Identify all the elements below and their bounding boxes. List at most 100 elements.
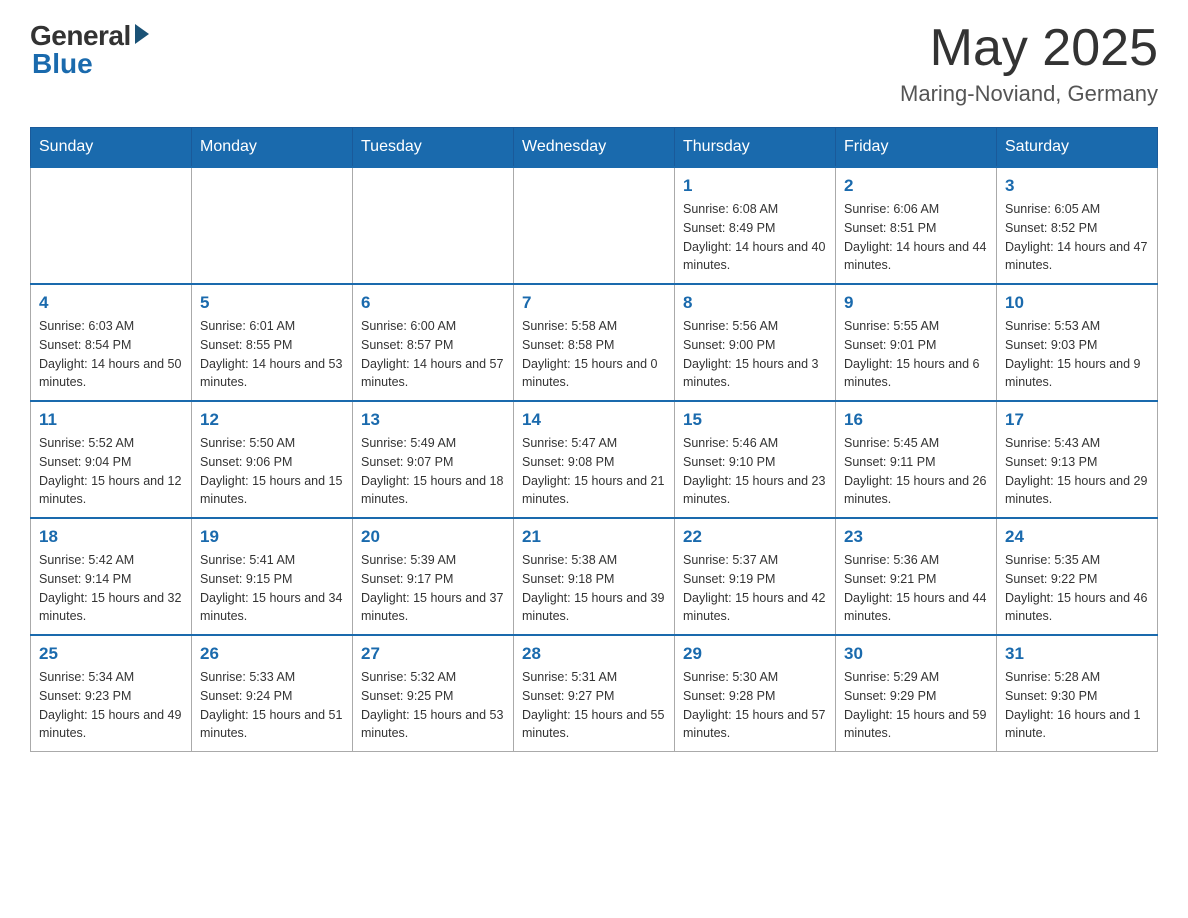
day-info: Sunrise: 5:45 AMSunset: 9:11 PMDaylight:…	[844, 434, 988, 509]
calendar-week-row-3: 11 Sunrise: 5:52 AMSunset: 9:04 PMDayligh…	[31, 401, 1158, 518]
calendar-header-sunday: Sunday	[31, 128, 192, 168]
calendar-cell-3-3: 13Sunrise: 5:49 AMSunset: 9:07 PMDayligh…	[353, 401, 514, 518]
calendar-cell-1-2	[192, 167, 353, 284]
day-number: 9	[844, 293, 988, 313]
day-info: Sunrise: 5:38 AMSunset: 9:18 PMDaylight:…	[522, 551, 666, 626]
day-number: 7	[522, 293, 666, 313]
title-section: May 2025 Maring-Noviand, Germany	[900, 20, 1158, 107]
calendar-cell-3-6: 16 Sunrise: 5:45 AMSunset: 9:11 PMDayligh…	[836, 401, 997, 518]
day-info: Sunrise: 5:35 AMSunset: 9:22 PMDaylight:…	[1005, 551, 1149, 626]
calendar-cell-4-2: 19 Sunrise: 5:41 AMSunset: 9:15 PMDayligh…	[192, 518, 353, 635]
day-info: Sunrise: 6:00 AMSunset: 8:57 PMDaylight:…	[361, 317, 505, 392]
day-info: Sunrise: 5:49 AMSunset: 9:07 PMDaylight:…	[361, 434, 505, 509]
day-number: 18	[39, 527, 183, 547]
day-number: 25	[39, 644, 183, 664]
day-info: Sunrise: 5:53 AMSunset: 9:03 PMDaylight:…	[1005, 317, 1149, 392]
day-info: Sunrise: 6:05 AMSunset: 8:52 PMDaylight:…	[1005, 200, 1149, 275]
day-number: 30	[844, 644, 988, 664]
day-number: 6	[361, 293, 505, 313]
calendar-cell-2-6: 9 Sunrise: 5:55 AMSunset: 9:01 PMDaylight…	[836, 284, 997, 401]
day-number: 14	[522, 410, 666, 430]
calendar-header-friday: Friday	[836, 128, 997, 168]
day-number: 22	[683, 527, 827, 547]
calendar-header-thursday: Thursday	[675, 128, 836, 168]
day-info: Sunrise: 5:47 AMSunset: 9:08 PMDaylight:…	[522, 434, 666, 509]
day-info: Sunrise: 5:55 AMSunset: 9:01 PMDaylight:…	[844, 317, 988, 392]
day-number: 16	[844, 410, 988, 430]
day-info: Sunrise: 5:36 AMSunset: 9:21 PMDaylight:…	[844, 551, 988, 626]
calendar-week-row-5: 25 Sunrise: 5:34 AMSunset: 9:23 PMDayligh…	[31, 635, 1158, 752]
calendar-week-row-2: 4 Sunrise: 6:03 AMSunset: 8:54 PMDaylight…	[31, 284, 1158, 401]
calendar-cell-3-2: 12Sunrise: 5:50 AMSunset: 9:06 PMDayligh…	[192, 401, 353, 518]
day-number: 27	[361, 644, 505, 664]
calendar-cell-5-3: 27 Sunrise: 5:32 AMSunset: 9:25 PMDayligh…	[353, 635, 514, 752]
calendar-cell-4-1: 18Sunrise: 5:42 AMSunset: 9:14 PMDayligh…	[31, 518, 192, 635]
calendar-header-wednesday: Wednesday	[514, 128, 675, 168]
day-info: Sunrise: 5:29 AMSunset: 9:29 PMDaylight:…	[844, 668, 988, 743]
calendar-header-row: SundayMondayTuesdayWednesdayThursdayFrid…	[31, 128, 1158, 168]
day-number: 23	[844, 527, 988, 547]
day-info: Sunrise: 6:06 AMSunset: 8:51 PMDaylight:…	[844, 200, 988, 275]
day-info: Sunrise: 5:31 AMSunset: 9:27 PMDaylight:…	[522, 668, 666, 743]
page-header: General Blue May 2025 Maring-Noviand, Ge…	[30, 20, 1158, 107]
day-number: 15	[683, 410, 827, 430]
day-number: 12	[200, 410, 344, 430]
calendar-cell-5-5: 29 Sunrise: 5:30 AMSunset: 9:28 PMDayligh…	[675, 635, 836, 752]
calendar-cell-1-7: 3Sunrise: 6:05 AMSunset: 8:52 PMDaylight…	[997, 167, 1158, 284]
logo-arrow-icon	[135, 24, 149, 44]
day-number: 4	[39, 293, 183, 313]
day-number: 21	[522, 527, 666, 547]
day-info: Sunrise: 5:52 AMSunset: 9:04 PMDaylight:…	[39, 434, 183, 509]
calendar-cell-3-4: 14 Sunrise: 5:47 AMSunset: 9:08 PMDayligh…	[514, 401, 675, 518]
logo-blue-text: Blue	[32, 48, 93, 80]
calendar-cell-2-5: 8Sunrise: 5:56 AMSunset: 9:00 PMDaylight…	[675, 284, 836, 401]
calendar-header-tuesday: Tuesday	[353, 128, 514, 168]
day-info: Sunrise: 5:37 AMSunset: 9:19 PMDaylight:…	[683, 551, 827, 626]
calendar-cell-4-5: 22 Sunrise: 5:37 AMSunset: 9:19 PMDayligh…	[675, 518, 836, 635]
day-number: 10	[1005, 293, 1149, 313]
day-info: Sunrise: 5:30 AMSunset: 9:28 PMDaylight:…	[683, 668, 827, 743]
day-info: Sunrise: 6:08 AMSunset: 8:49 PMDaylight:…	[683, 200, 827, 275]
day-number: 2	[844, 176, 988, 196]
day-info: Sunrise: 6:03 AMSunset: 8:54 PMDaylight:…	[39, 317, 183, 392]
calendar-header-monday: Monday	[192, 128, 353, 168]
calendar-cell-4-7: 24Sunrise: 5:35 AMSunset: 9:22 PMDayligh…	[997, 518, 1158, 635]
calendar-cell-2-1: 4 Sunrise: 6:03 AMSunset: 8:54 PMDaylight…	[31, 284, 192, 401]
calendar-cell-4-6: 23 Sunrise: 5:36 AMSunset: 9:21 PMDayligh…	[836, 518, 997, 635]
calendar-cell-5-7: 31 Sunrise: 5:28 AMSunset: 9:30 PMDayligh…	[997, 635, 1158, 752]
calendar-cell-2-4: 7 Sunrise: 5:58 AMSunset: 8:58 PMDaylight…	[514, 284, 675, 401]
day-info: Sunrise: 5:33 AMSunset: 9:24 PMDaylight:…	[200, 668, 344, 743]
logo: General Blue	[30, 20, 149, 80]
day-info: Sunrise: 5:41 AMSunset: 9:15 PMDaylight:…	[200, 551, 344, 626]
day-number: 1	[683, 176, 827, 196]
calendar-cell-4-4: 21 Sunrise: 5:38 AMSunset: 9:18 PMDayligh…	[514, 518, 675, 635]
day-info: Sunrise: 6:01 AMSunset: 8:55 PMDaylight:…	[200, 317, 344, 392]
calendar-cell-5-4: 28Sunrise: 5:31 AMSunset: 9:27 PMDayligh…	[514, 635, 675, 752]
calendar-cell-2-7: 10 Sunrise: 5:53 AMSunset: 9:03 PMDayligh…	[997, 284, 1158, 401]
calendar-cell-1-5: 1 Sunrise: 6:08 AMSunset: 8:49 PMDaylight…	[675, 167, 836, 284]
day-number: 31	[1005, 644, 1149, 664]
day-info: Sunrise: 5:28 AMSunset: 9:30 PMDaylight:…	[1005, 668, 1149, 743]
day-number: 17	[1005, 410, 1149, 430]
calendar-week-row-1: 1 Sunrise: 6:08 AMSunset: 8:49 PMDaylight…	[31, 167, 1158, 284]
day-number: 19	[200, 527, 344, 547]
calendar-cell-4-3: 20 Sunrise: 5:39 AMSunset: 9:17 PMDayligh…	[353, 518, 514, 635]
day-info: Sunrise: 5:43 AMSunset: 9:13 PMDaylight:…	[1005, 434, 1149, 509]
day-info: Sunrise: 5:39 AMSunset: 9:17 PMDaylight:…	[361, 551, 505, 626]
location-text: Maring-Noviand, Germany	[900, 81, 1158, 107]
calendar-cell-5-1: 25 Sunrise: 5:34 AMSunset: 9:23 PMDayligh…	[31, 635, 192, 752]
day-info: Sunrise: 5:34 AMSunset: 9:23 PMDaylight:…	[39, 668, 183, 743]
calendar-cell-3-1: 11 Sunrise: 5:52 AMSunset: 9:04 PMDayligh…	[31, 401, 192, 518]
day-info: Sunrise: 5:56 AMSunset: 9:00 PMDaylight:…	[683, 317, 827, 392]
calendar-cell-1-3	[353, 167, 514, 284]
day-number: 11	[39, 410, 183, 430]
calendar-cell-1-4	[514, 167, 675, 284]
calendar-week-row-4: 18Sunrise: 5:42 AMSunset: 9:14 PMDayligh…	[31, 518, 1158, 635]
calendar-cell-1-6: 2 Sunrise: 6:06 AMSunset: 8:51 PMDaylight…	[836, 167, 997, 284]
calendar-cell-2-3: 6 Sunrise: 6:00 AMSunset: 8:57 PMDaylight…	[353, 284, 514, 401]
day-info: Sunrise: 5:58 AMSunset: 8:58 PMDaylight:…	[522, 317, 666, 392]
calendar-cell-3-5: 15Sunrise: 5:46 AMSunset: 9:10 PMDayligh…	[675, 401, 836, 518]
day-info: Sunrise: 5:32 AMSunset: 9:25 PMDaylight:…	[361, 668, 505, 743]
day-number: 20	[361, 527, 505, 547]
day-number: 29	[683, 644, 827, 664]
